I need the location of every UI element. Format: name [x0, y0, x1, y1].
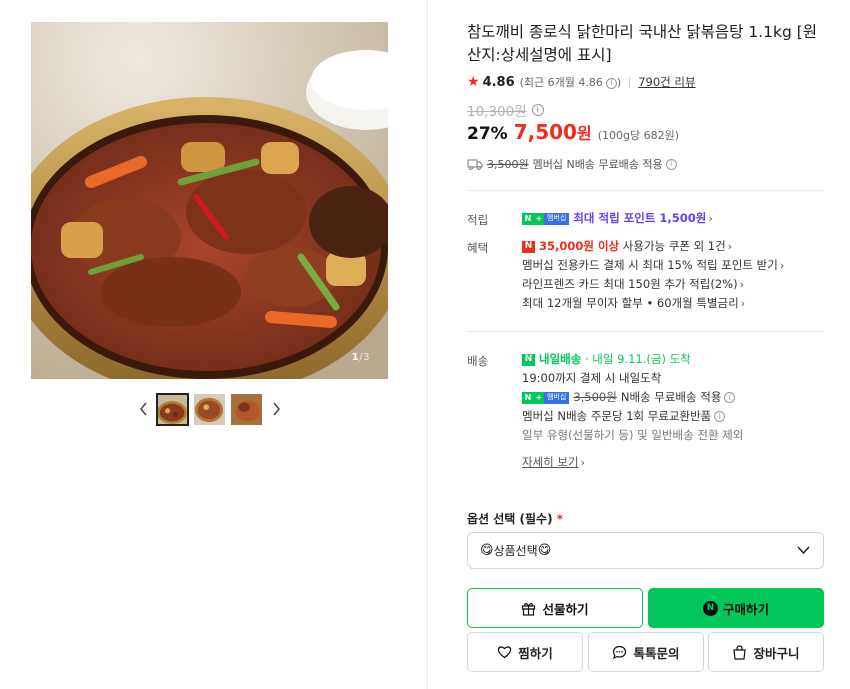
wish-button[interactable]: 찜하기	[467, 632, 583, 672]
truck-icon	[467, 159, 483, 170]
rating-row: ★ 4.86 (최근 6개월 4.86 i) 790건 리뷰	[467, 74, 696, 90]
review-count-link[interactable]: 790건 리뷰	[638, 74, 695, 90]
chevron-right-icon: ›	[580, 456, 585, 469]
unit-price: (100g당 682원)	[597, 129, 679, 142]
buy-button[interactable]: N 구매하기	[648, 588, 824, 628]
max-points-link[interactable]: 최대 적립 포인트 1,500원	[573, 211, 706, 225]
installment-row[interactable]: 최대 12개월 무이자 할부 • 60개월 특별금리 ›	[522, 294, 784, 313]
option-select[interactable]: 😋 상품선택 😋	[467, 532, 824, 569]
divider	[467, 190, 824, 191]
option-label: 옵션 선택 (필수) *	[467, 512, 564, 526]
shipping-original-fee: 3,500원	[487, 158, 529, 171]
exclude-note: 일부 유형(선물하기 등) 및 일반배송 전환 제외	[522, 428, 744, 442]
naver-pay-icon: N	[702, 600, 718, 616]
naver-coupon-icon: N	[522, 240, 535, 253]
divider	[629, 76, 631, 88]
chevron-right-icon: ›	[727, 240, 733, 253]
divider	[467, 331, 824, 332]
heart-icon	[497, 646, 512, 659]
prev-image-button[interactable]	[132, 394, 154, 424]
free-shipping-row: N + 멤버십 3,500원 N배송 무료배송 적용 i	[522, 388, 743, 407]
naver-membership-badge: N + 멤버십	[522, 391, 570, 404]
cutoff-row: 19:00까지 결제 시 내일도착	[522, 371, 662, 385]
talk-inquiry-button[interactable]: 톡톡문의	[588, 632, 704, 672]
chevron-down-icon	[797, 546, 810, 555]
thumbnail-strip	[132, 391, 287, 427]
shopping-bag-icon	[733, 644, 747, 660]
price-unit: 원	[576, 124, 592, 143]
shipping-text: 멤버십 N배송 무료배송 적용	[532, 158, 663, 171]
gift-icon	[522, 602, 536, 616]
thumbnail-1[interactable]	[156, 392, 189, 426]
original-price: 10,300원 i	[467, 100, 544, 120]
smile-emoji-icon: 😋	[480, 543, 494, 558]
next-image-button[interactable]	[265, 394, 287, 424]
chevron-right-icon: ›	[708, 212, 713, 225]
points-label: 적립	[467, 213, 489, 227]
info-icon[interactable]: i	[724, 392, 736, 403]
cart-button[interactable]: 장바구니	[708, 632, 824, 672]
option-select-value: 상품선택	[493, 544, 538, 558]
star-icon: ★	[467, 74, 480, 90]
delivery-n-icon: N	[522, 353, 535, 366]
sale-price: 7,500	[513, 120, 577, 144]
discount-rate: 27%	[467, 124, 508, 144]
chevron-right-icon: ›	[740, 297, 746, 310]
chevron-right-icon: ›	[779, 259, 785, 272]
free-exchange-row: 멤버십 N배송 주문당 1회 무료교환반품 i	[522, 407, 743, 426]
delivery-info: N 내일배송 · 내일 9.11.(금) 도착 19:00까지 결제 시 내일도착…	[522, 350, 743, 472]
points-row[interactable]: N + 멤버십 최대 적립 포인트 1,500원 ›	[522, 209, 713, 228]
chevron-right-icon: ›	[739, 278, 744, 291]
main-product-image[interactable]: 1/3	[31, 22, 388, 379]
thumbnail-3[interactable]	[230, 393, 263, 426]
thumbnail-2[interactable]	[193, 393, 226, 426]
product-title: 참도깨비 종로식 닭한마리 국내산 닭볶음탕 1.1kg [원산지:상세설명에 …	[467, 23, 818, 64]
image-counter: 1/3	[351, 352, 370, 363]
price-row: 27% 7,500 원 (100g당 682원)	[467, 120, 679, 144]
chevron-left-icon	[139, 402, 147, 416]
smile-emoji-icon: 😋	[537, 543, 552, 558]
info-icon[interactable]: i	[531, 104, 544, 116]
chat-bubble-icon	[613, 645, 627, 659]
product-gallery: 1/3	[0, 0, 428, 689]
line-card-row[interactable]: 라인프렌즈 카드 최대 150원 추가 적립(2%) ›	[522, 275, 784, 294]
gift-button[interactable]: 선물하기	[467, 588, 643, 628]
chevron-right-icon	[272, 402, 280, 416]
shipping-summary: 3,500원 멤버십 N배송 무료배송 적용 i	[467, 156, 677, 172]
tomorrow-delivery-row: N 내일배송 · 내일 9.11.(금) 도착	[522, 350, 743, 369]
card-points-row[interactable]: 멤버십 전용카드 결제 시 최대 15% 적립 포인트 받기 ›	[522, 256, 784, 275]
info-icon[interactable]: i	[605, 77, 617, 89]
info-icon[interactable]: i	[714, 411, 726, 422]
coupon-row[interactable]: N 35,000원 이상 사용가능 쿠폰 외 1건 ›	[522, 237, 784, 256]
detail-row[interactable]: 자세히 보기 ›	[522, 453, 743, 472]
detail-link[interactable]: 자세히 보기	[522, 455, 579, 469]
perks-label: 혜택	[467, 241, 489, 255]
rating-score: 4.86	[482, 74, 515, 90]
rating-recent: (최근 6개월 4.86 i)	[519, 76, 622, 89]
naver-membership-badge: N + 멤버십	[522, 212, 570, 225]
info-icon[interactable]: i	[665, 158, 677, 170]
perks-list: N 35,000원 이상 사용가능 쿠폰 외 1건 › 멤버십 전용카드 결제 시 …	[522, 237, 784, 313]
delivery-label: 배송	[467, 354, 489, 368]
